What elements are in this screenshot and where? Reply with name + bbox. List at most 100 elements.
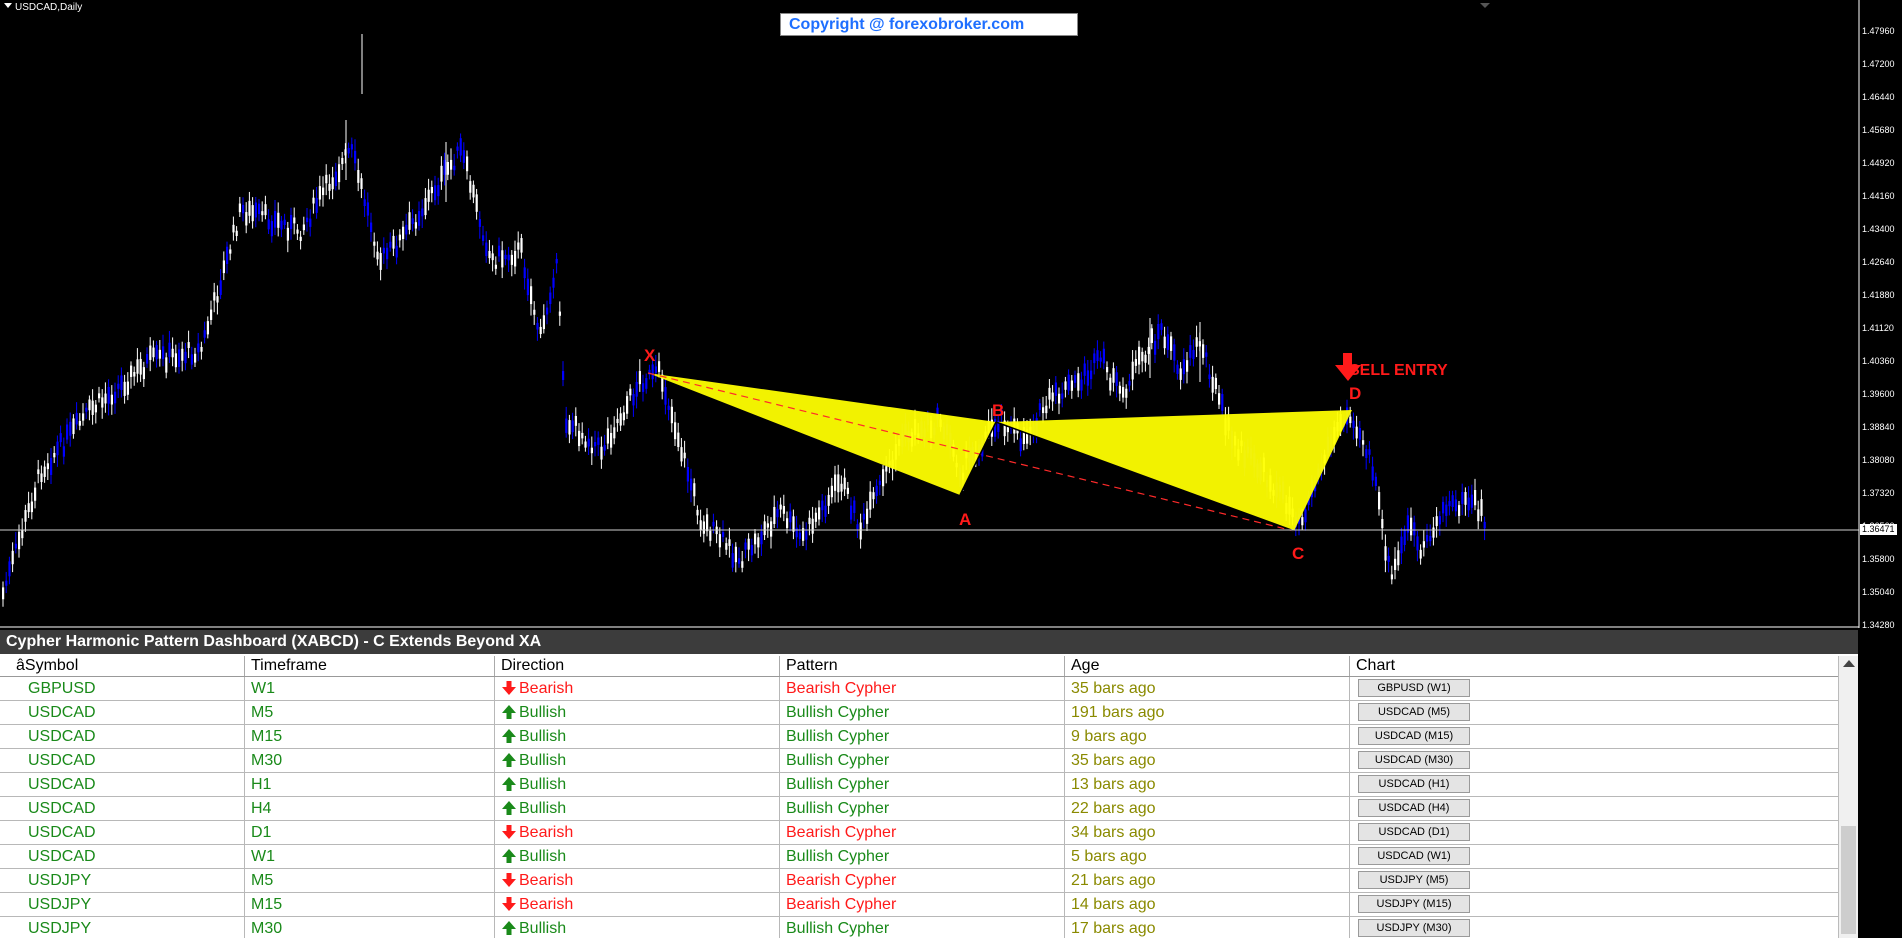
header-symbol[interactable]: âSymbol	[0, 656, 245, 676]
candle-body	[706, 514, 709, 532]
candle-body	[546, 307, 549, 315]
candle-body	[1118, 385, 1121, 394]
price-tick: 1.46440	[1862, 92, 1895, 102]
candle-body	[574, 415, 577, 426]
candle-body	[1445, 504, 1448, 516]
open-chart-button[interactable]: USDJPY (M30)	[1358, 919, 1470, 937]
direction-text: Bullish	[519, 800, 567, 817]
candle-body	[1064, 381, 1067, 390]
direction-text: Bullish	[519, 728, 567, 745]
candle-body	[658, 361, 661, 372]
candle-body	[869, 491, 872, 510]
candle-body	[1070, 380, 1073, 391]
cell-timeframe: M5	[245, 701, 495, 724]
candle-body	[773, 506, 776, 524]
candle-body	[418, 211, 421, 226]
candle-body	[34, 487, 37, 501]
header-pattern[interactable]: Pattern	[780, 656, 1065, 676]
candle-body	[155, 345, 158, 360]
cell-timeframe: M15	[245, 725, 495, 748]
candle-body	[1042, 407, 1045, 414]
open-chart-button[interactable]: USDJPY (M5)	[1358, 871, 1470, 889]
open-chart-button[interactable]: USDCAD (M5)	[1358, 703, 1470, 721]
candle-body	[1355, 426, 1358, 439]
point-d-label: D	[1349, 384, 1362, 403]
candle-body	[50, 457, 53, 475]
chart-canvas[interactable]	[0, 0, 1902, 628]
candle-body	[738, 558, 741, 564]
candle-body	[520, 238, 523, 253]
open-chart-button[interactable]: USDCAD (M30)	[1358, 751, 1470, 769]
candle-body	[72, 418, 75, 435]
dashboard-title: Cypher Harmonic Pattern Dashboard (XABCD…	[0, 630, 1858, 654]
header-age[interactable]: Age	[1065, 656, 1350, 676]
candle-body	[526, 278, 529, 296]
candle-body	[152, 347, 155, 358]
candle-body	[1054, 382, 1057, 396]
candle-body	[478, 219, 481, 227]
candle-body	[18, 531, 21, 550]
candle-body	[110, 394, 113, 405]
candle-body	[1358, 428, 1361, 440]
candle-body	[606, 428, 609, 444]
price-chart[interactable]: USDCAD,Daily Copyright @ forexobroker.co…	[0, 0, 1902, 640]
candle-body	[216, 296, 219, 303]
candle-body	[8, 561, 11, 577]
candle-body	[1083, 363, 1086, 376]
cell-symbol: USDCAD	[0, 821, 245, 844]
open-chart-button[interactable]: USDCAD (H4)	[1358, 799, 1470, 817]
cell-symbol: USDCAD	[0, 797, 245, 820]
candle-body	[130, 365, 133, 377]
candle-body	[811, 518, 814, 534]
arrow-up-icon	[502, 729, 516, 743]
open-chart-button[interactable]: GBPUSD (W1)	[1358, 679, 1470, 697]
header-timeframe[interactable]: Timeframe	[245, 656, 495, 676]
dashboard-scrollbar[interactable]	[1838, 656, 1858, 938]
cell-pattern: Bearish Cypher	[780, 677, 1065, 700]
candle-body	[718, 534, 721, 548]
candle-body	[1195, 337, 1198, 347]
open-chart-button[interactable]: USDCAD (H1)	[1358, 775, 1470, 793]
candle-body	[1163, 336, 1166, 349]
candle-body	[1429, 535, 1432, 542]
candle-body	[1384, 546, 1387, 561]
open-chart-button[interactable]: USDJPY (M15)	[1358, 895, 1470, 913]
candle-body	[283, 219, 286, 226]
header-direction[interactable]: Direction	[495, 656, 780, 676]
candle-body	[1019, 438, 1022, 452]
candle-body	[498, 245, 501, 257]
open-chart-button[interactable]: USDCAD (W1)	[1358, 847, 1470, 865]
candle-body	[213, 292, 216, 301]
price-tick: 1.34280	[1862, 620, 1895, 630]
direction-text: Bearish	[519, 872, 574, 889]
scroll-up-icon[interactable]	[1843, 660, 1855, 667]
cell-pattern: Bullish Cypher	[780, 917, 1065, 938]
candle-body	[123, 381, 126, 396]
candle-body	[677, 432, 680, 448]
candle-body	[91, 400, 94, 415]
candle-body	[248, 200, 251, 216]
candle-body	[885, 466, 888, 472]
point-c-label: C	[1292, 544, 1305, 563]
candle-body	[747, 538, 750, 550]
candle-body	[56, 441, 59, 456]
open-chart-button[interactable]: USDCAD (M15)	[1358, 727, 1470, 745]
price-tick: 1.38840	[1862, 422, 1895, 432]
price-scale[interactable]: 1.47960 1.47200 1.46440 1.45680 1.44920 1.441…	[1859, 0, 1902, 640]
candle-body	[1381, 519, 1384, 529]
header-chart[interactable]: Chart	[1350, 656, 1838, 676]
scroll-thumb[interactable]	[1841, 826, 1856, 934]
candle-body	[622, 412, 625, 421]
cell-pattern: Bullish Cypher	[780, 701, 1065, 724]
cell-pattern: Bearish Cypher	[780, 893, 1065, 916]
price-tick: 1.44160	[1862, 191, 1895, 201]
candle-body	[1211, 376, 1214, 393]
candle-body	[1422, 541, 1425, 548]
table-row: USDCAD D1 Bearish Bearish Cypher 34 bars ago…	[0, 821, 1838, 845]
cell-timeframe: W1	[245, 677, 495, 700]
open-chart-button[interactable]: USDCAD (D1)	[1358, 823, 1470, 841]
cell-symbol: USDCAD	[0, 773, 245, 796]
candle-body	[626, 396, 629, 414]
candle-body	[1192, 350, 1195, 360]
candle-body	[210, 309, 213, 320]
